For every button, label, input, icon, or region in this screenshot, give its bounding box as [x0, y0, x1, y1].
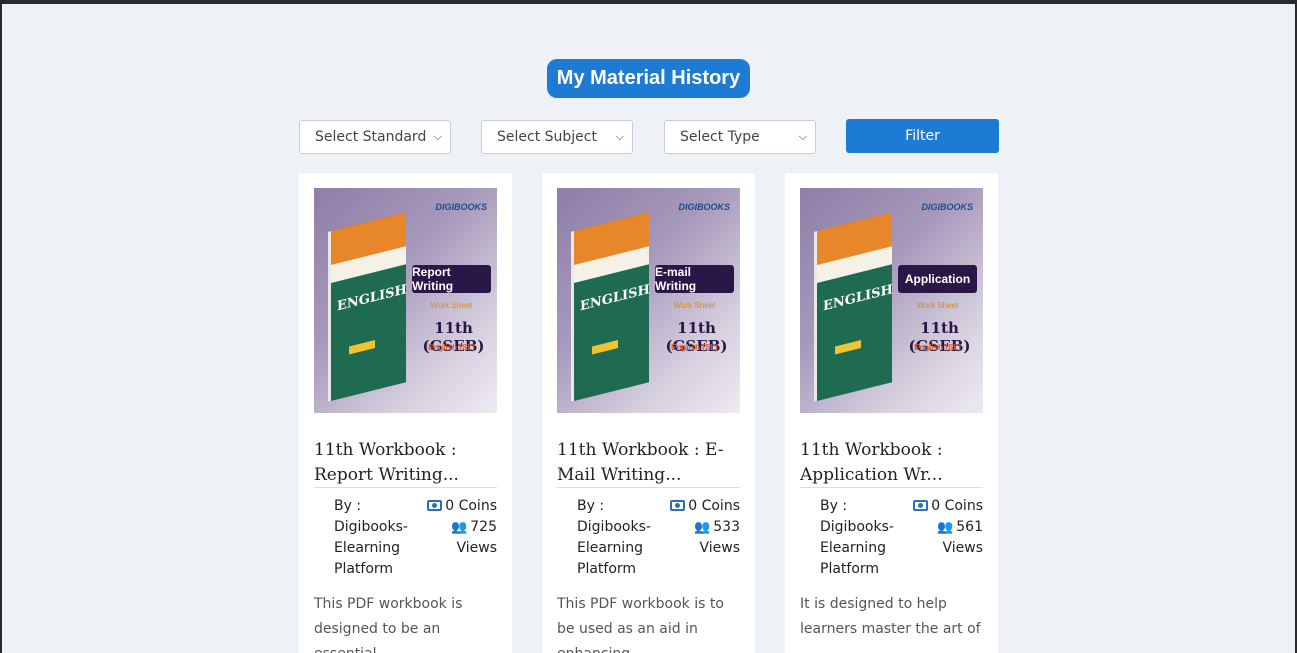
card-title[interactable]: 11th Workbook : Report Writing...	[314, 438, 497, 488]
users-icon: 👥	[451, 520, 468, 535]
thumb-subject: English (SL)	[914, 343, 961, 352]
money-icon	[670, 500, 686, 511]
views-value: 533	[713, 519, 740, 535]
thumb-banner: Report Writing	[412, 265, 491, 293]
material-thumbnail[interactable]: DIGIBOOKS ENGLISH Application Work Sheet…	[800, 188, 983, 413]
thumb-worksheet: Work Sheet	[430, 301, 473, 310]
thumb-subject: English (SL)	[428, 343, 475, 352]
subject-select-value: Select Subject	[497, 129, 597, 145]
author-block: By : Digibooks-Elearning Platform	[577, 496, 667, 580]
type-select-value: Select Type	[680, 129, 760, 145]
filter-button[interactable]: Filter	[846, 119, 999, 153]
author-block: By : Digibooks-Elearning Platform	[820, 496, 910, 580]
chevron-down-icon: ⌵	[615, 130, 624, 143]
book-cover-illustration: ENGLISH	[328, 212, 407, 402]
material-card[interactable]: DIGIBOOKS ENGLISH Report Writing Work Sh…	[299, 173, 512, 653]
author-block: By : Digibooks-Elearning Platform	[334, 496, 424, 580]
thumb-banner: Application	[898, 265, 977, 293]
thumb-worksheet: Work Sheet	[916, 301, 959, 310]
coins-value: 0 Coins	[931, 498, 983, 514]
stats-block: 0 Coins 👥 533 Views	[670, 496, 740, 580]
book-cover-illustration: ENGLISH	[571, 212, 650, 402]
coins-value: 0 Coins	[688, 498, 740, 514]
by-label: By :	[820, 498, 848, 514]
stats-block: 0 Coins 👥 561 Views	[913, 496, 983, 580]
by-label: By :	[577, 498, 605, 514]
subject-select[interactable]: Select Subject ⌵	[481, 120, 633, 154]
card-title[interactable]: 11th Workbook : Application Wr...	[800, 438, 983, 488]
material-card[interactable]: DIGIBOOKS ENGLISH E-mail Writing Work Sh…	[542, 173, 755, 653]
book-cover-illustration: ENGLISH	[814, 212, 893, 402]
card-meta: By : Digibooks-Elearning Platform 0 Coin…	[557, 496, 740, 580]
stats-block: 0 Coins 👥 725 Views	[427, 496, 497, 580]
money-icon	[913, 500, 929, 511]
coins-value: 0 Coins	[445, 498, 497, 514]
author-name: Digibooks-Elearning Platform	[334, 519, 408, 577]
card-description: It is designed to help learners master t…	[800, 596, 981, 637]
card-description: This PDF workbook is to be used as an ai…	[557, 596, 724, 653]
digibooks-logo: DIGIBOOKS	[435, 202, 487, 212]
standard-select[interactable]: Select Standard ⌵	[299, 120, 451, 154]
thumb-subject: English (SL)	[671, 343, 718, 352]
material-card[interactable]: DIGIBOOKS ENGLISH Application Work Sheet…	[785, 173, 998, 653]
views-label: Views	[942, 540, 983, 556]
material-thumbnail[interactable]: DIGIBOOKS ENGLISH E-mail Writing Work Sh…	[557, 188, 740, 413]
author-name: Digibooks-Elearning Platform	[577, 519, 651, 577]
thumb-worksheet: Work Sheet	[673, 301, 716, 310]
users-icon: 👥	[937, 520, 954, 535]
card-description: This PDF workbook is designed to be an e…	[314, 596, 463, 653]
chevron-down-icon: ⌵	[433, 130, 442, 143]
by-label: By :	[334, 498, 362, 514]
views-label: Views	[699, 540, 740, 556]
card-title[interactable]: 11th Workbook : E-Mail Writing...	[557, 438, 740, 488]
material-thumbnail[interactable]: DIGIBOOKS ENGLISH Report Writing Work Sh…	[314, 188, 497, 413]
views-label: Views	[456, 540, 497, 556]
views-value: 561	[956, 519, 983, 535]
card-meta: By : Digibooks-Elearning Platform 0 Coin…	[314, 496, 497, 580]
page-header: My Material History	[2, 59, 1295, 98]
page-title: My Material History	[546, 59, 751, 98]
type-select[interactable]: Select Type ⌵	[664, 120, 816, 154]
digibooks-logo: DIGIBOOKS	[678, 202, 730, 212]
thumb-banner: E-mail Writing	[655, 265, 734, 293]
chevron-down-icon: ⌵	[798, 130, 807, 143]
author-name: Digibooks-Elearning Platform	[820, 519, 894, 577]
views-value: 725	[470, 519, 497, 535]
standard-select-value: Select Standard	[315, 129, 427, 145]
money-icon	[427, 500, 443, 511]
users-icon: 👥	[694, 520, 711, 535]
card-meta: By : Digibooks-Elearning Platform 0 Coin…	[800, 496, 983, 580]
digibooks-logo: DIGIBOOKS	[921, 202, 973, 212]
